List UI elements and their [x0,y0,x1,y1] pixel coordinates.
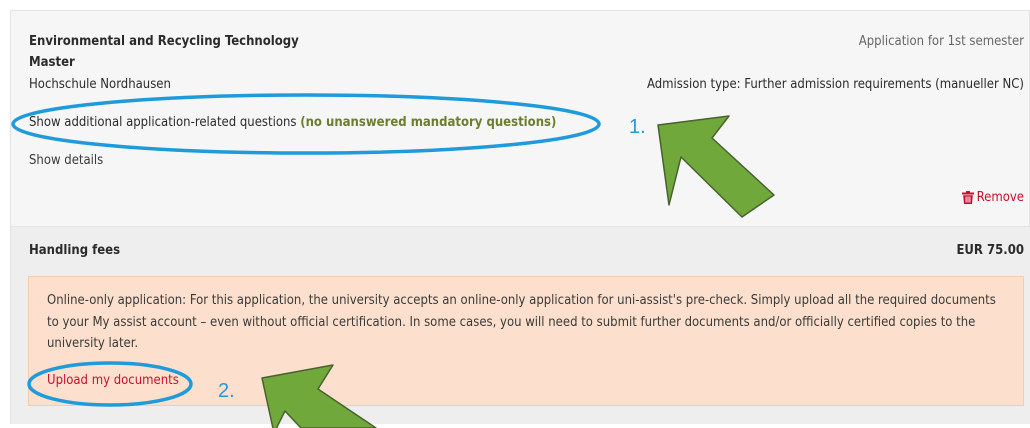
university-name: Hochschule Nordhausen [29,77,171,92]
upload-documents-link[interactable]: Upload my documents [47,373,179,388]
semester-label: Application for 1st semester [858,34,1024,49]
online-application-notice: Online-only application: For this applic… [28,276,1024,406]
annotation-marker-1: 1. [629,116,646,138]
trash-icon [961,191,974,204]
annotation-marker-2: 2. [218,380,235,402]
admission-type: Admission type: Further admission requir… [646,77,1024,92]
remove-label: Remove [976,190,1024,205]
questions-link-label: Show additional application-related ques… [29,115,297,130]
fees-amount: EUR 75.00 [956,243,1024,258]
fees-title: Handling fees [29,243,121,258]
notice-text: Online-only application: For this applic… [47,293,996,351]
program-title: Environmental and Recycling Technology [29,34,299,49]
additional-questions-link[interactable]: Show additional application-related ques… [29,114,556,131]
degree-label: Master [29,55,75,70]
remove-button[interactable]: Remove [961,189,1024,206]
questions-status-hint: (no unanswered mandatory questions) [300,115,557,130]
show-details-link[interactable]: Show details [29,152,103,169]
